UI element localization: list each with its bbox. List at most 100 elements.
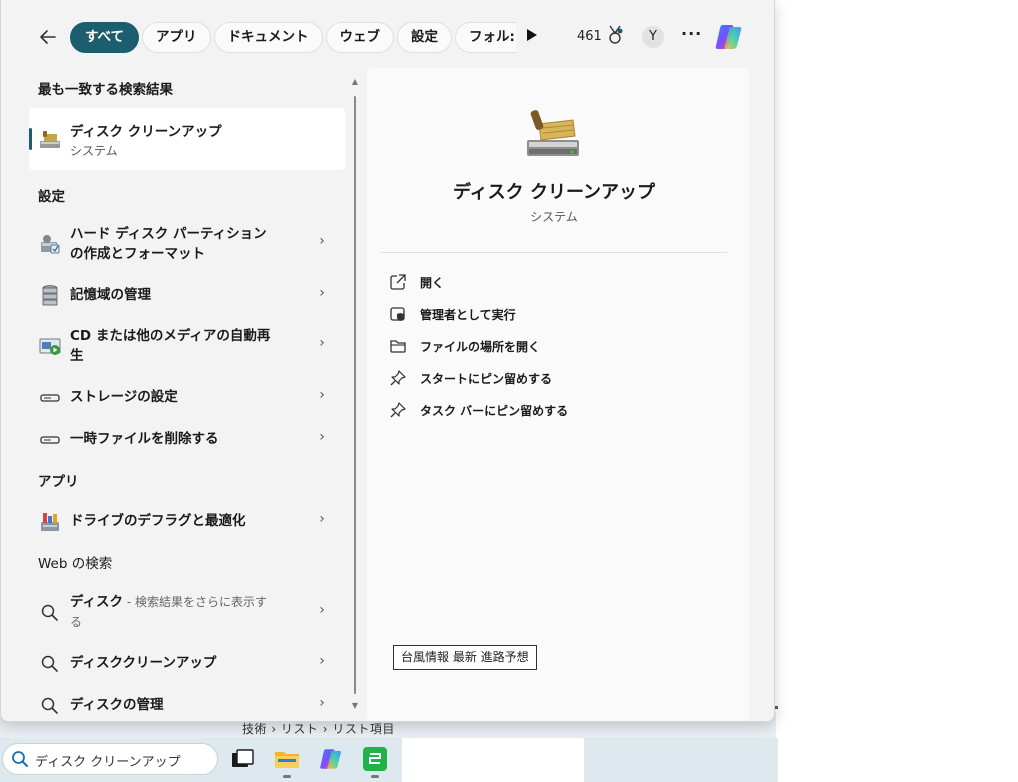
preview-title: ディスク クリーンアップ [452, 182, 656, 203]
settings-item-disk-partition[interactable]: ハード ディスク パーティション の作成とフォーマット › [29, 222, 345, 264]
best-match-item[interactable]: ディスク クリーンアップ システム [29, 108, 345, 170]
settings-item-autoplay[interactable]: CD または他のメディアの自動再 生 › [29, 324, 345, 366]
chip-apps[interactable]: アプリ [142, 22, 211, 53]
action-label: スタートにピン留めする [420, 372, 553, 386]
pin-icon [390, 402, 406, 418]
open-external-icon [390, 274, 406, 290]
settings-item-storage-spaces[interactable]: 記憶域の管理 › [29, 282, 345, 308]
selection-indicator [29, 128, 32, 150]
scroll-down-arrow-icon[interactable]: ▼ [350, 701, 360, 710]
chip-all[interactable]: すべて [70, 22, 140, 53]
label-line-2: 生 [70, 348, 84, 364]
shield-icon [390, 307, 405, 321]
apps-heading: アプリ [38, 474, 79, 490]
web-item-disk-management[interactable]: ディスクの管理 › [29, 692, 345, 718]
medal-icon[interactable] [606, 25, 624, 47]
search-panel: すべて アプリ ドキュメント ウェブ 設定 フォル: 461 Y ··· 最も一… [0, 0, 775, 722]
chevron-right-icon: › [319, 285, 325, 301]
back-button[interactable] [35, 24, 61, 50]
action-run-as-admin[interactable]: 管理者として実行 [389, 302, 689, 326]
web-query-text: ディスク [70, 594, 124, 610]
rewards-points[interactable]: 461 [577, 29, 602, 44]
web-item-disk[interactable]: ディスク - 検索結果をさらに表示す る › [29, 590, 345, 632]
app-item-label: ドライブのデフラグと最適化 [70, 513, 246, 529]
chevron-right-icon: › [319, 233, 325, 249]
action-open[interactable]: 開く [389, 270, 689, 294]
action-label: 管理者として実行 [420, 308, 516, 322]
web-search-heading: Web の検索 [38, 556, 113, 572]
search-icon [12, 751, 28, 767]
web-item-label: ディスククリーンアップ [70, 655, 217, 671]
web-query-hint-cont: る [70, 615, 83, 629]
settings-item-label: ハード ディスク パーティション の作成とフォーマット [70, 224, 280, 264]
settings-item-label: CD または他のメディアの自動再 生 [70, 326, 280, 366]
search-icon [41, 655, 58, 672]
task-view-icon[interactable] [229, 746, 255, 772]
app-item-defrag[interactable]: ドライブのデフラグと最適化 › [29, 508, 345, 534]
more-filters-button[interactable] [523, 28, 541, 46]
action-open-file-location[interactable]: ファイルの場所を開く [389, 334, 689, 358]
spreadsheet-app-icon[interactable] [362, 746, 388, 772]
taskbar-blank-area [402, 738, 584, 782]
action-label: 開く [420, 276, 445, 290]
web-item-disk-cleanup[interactable]: ディスククリーンアップ › [29, 650, 345, 676]
action-pin-to-taskbar[interactable]: タスク バーにピン留めする [389, 398, 689, 422]
storage-spaces-icon [42, 285, 58, 306]
scroll-thumb[interactable] [354, 96, 356, 694]
chip-web[interactable]: ウェブ [325, 22, 395, 53]
chevron-right-icon: › [319, 695, 325, 711]
disk-cleanup-icon [40, 131, 60, 148]
chip-documents[interactable]: ドキュメント [213, 22, 323, 53]
preview-pane: ディスク クリーンアップ システム 開く 管理者として実行 ファイルの場所を開く… [367, 68, 749, 721]
window-edge-mark [775, 706, 778, 709]
chip-settings[interactable]: 設定 [397, 22, 453, 53]
results-scrollbar[interactable]: ▲ ▼ [350, 74, 360, 714]
background-breadcrumb: 技術 › リスト › リスト項目 [242, 722, 395, 736]
chip-folders[interactable]: フォル: [455, 22, 516, 53]
action-pin-to-start[interactable]: スタートにピン留めする [389, 366, 689, 390]
file-explorer-icon[interactable] [274, 746, 300, 772]
web-item-label: ディスクの管理 [70, 697, 164, 713]
action-label: タスク バーにピン留めする [420, 404, 569, 418]
web-query-hint: - 検索結果をさらに表示す [123, 595, 268, 609]
best-match-name: ディスク クリーンアップ [70, 124, 222, 140]
results-list: 最も一致する検索結果 ディスク クリーンアップ システム 設定 ハード ディスク… [1, 74, 357, 721]
avatar[interactable]: Y [642, 26, 664, 48]
settings-heading: 設定 [38, 189, 65, 205]
disk-partition-icon [41, 235, 60, 254]
folder-icon [390, 340, 406, 353]
settings-item-label: 記憶域の管理 [70, 287, 151, 303]
settings-item-delete-temp-files[interactable]: 一時ファイルを削除する › [29, 426, 345, 452]
web-item-label: ディスク - 検索結果をさらに表示す る [70, 592, 280, 632]
scroll-up-arrow-icon[interactable]: ▲ [350, 77, 360, 86]
taskbar-search-input[interactable] [35, 750, 211, 770]
preview-subtitle: システム [530, 210, 578, 224]
taskbar [0, 738, 778, 782]
copilot-taskbar-icon[interactable] [318, 746, 344, 772]
trending-search-link[interactable]: 台風情報 最新 進路予想 [393, 645, 537, 670]
running-indicator [283, 775, 291, 778]
best-match-type: システム [70, 144, 118, 158]
preview-divider [381, 252, 727, 253]
desktop: 技術 › リスト › リスト項目 すべて アプリ ドキュメント ウェブ 設定 フォル: 4… [0, 0, 1018, 782]
more-options-button[interactable]: ··· [681, 24, 701, 48]
back-arrow-icon [40, 30, 56, 44]
search-icon [41, 697, 58, 714]
settings-item-label: 一時ファイルを削除する [70, 431, 219, 447]
action-label: ファイルの場所を開く [420, 340, 541, 354]
chevron-right-icon: › [319, 511, 325, 527]
autoplay-icon [39, 338, 61, 355]
copilot-icon[interactable] [713, 22, 745, 52]
best-match-heading: 最も一致する検索結果 [38, 82, 173, 98]
settings-item-storage-settings[interactable]: ストレージの設定 › [29, 384, 345, 410]
label-line-2: の作成とフォーマット [70, 246, 205, 262]
defrag-icon [41, 513, 59, 531]
running-indicator [371, 775, 379, 778]
search-icon [41, 604, 58, 621]
disk-cleanup-large-icon [527, 110, 579, 156]
label-line-1: CD または他のメディアの自動再 [70, 328, 271, 344]
taskbar-search-box[interactable] [2, 743, 218, 775]
chevron-right-icon: › [319, 387, 325, 403]
settings-item-label: ストレージの設定 [70, 389, 178, 405]
pin-icon [390, 370, 406, 386]
